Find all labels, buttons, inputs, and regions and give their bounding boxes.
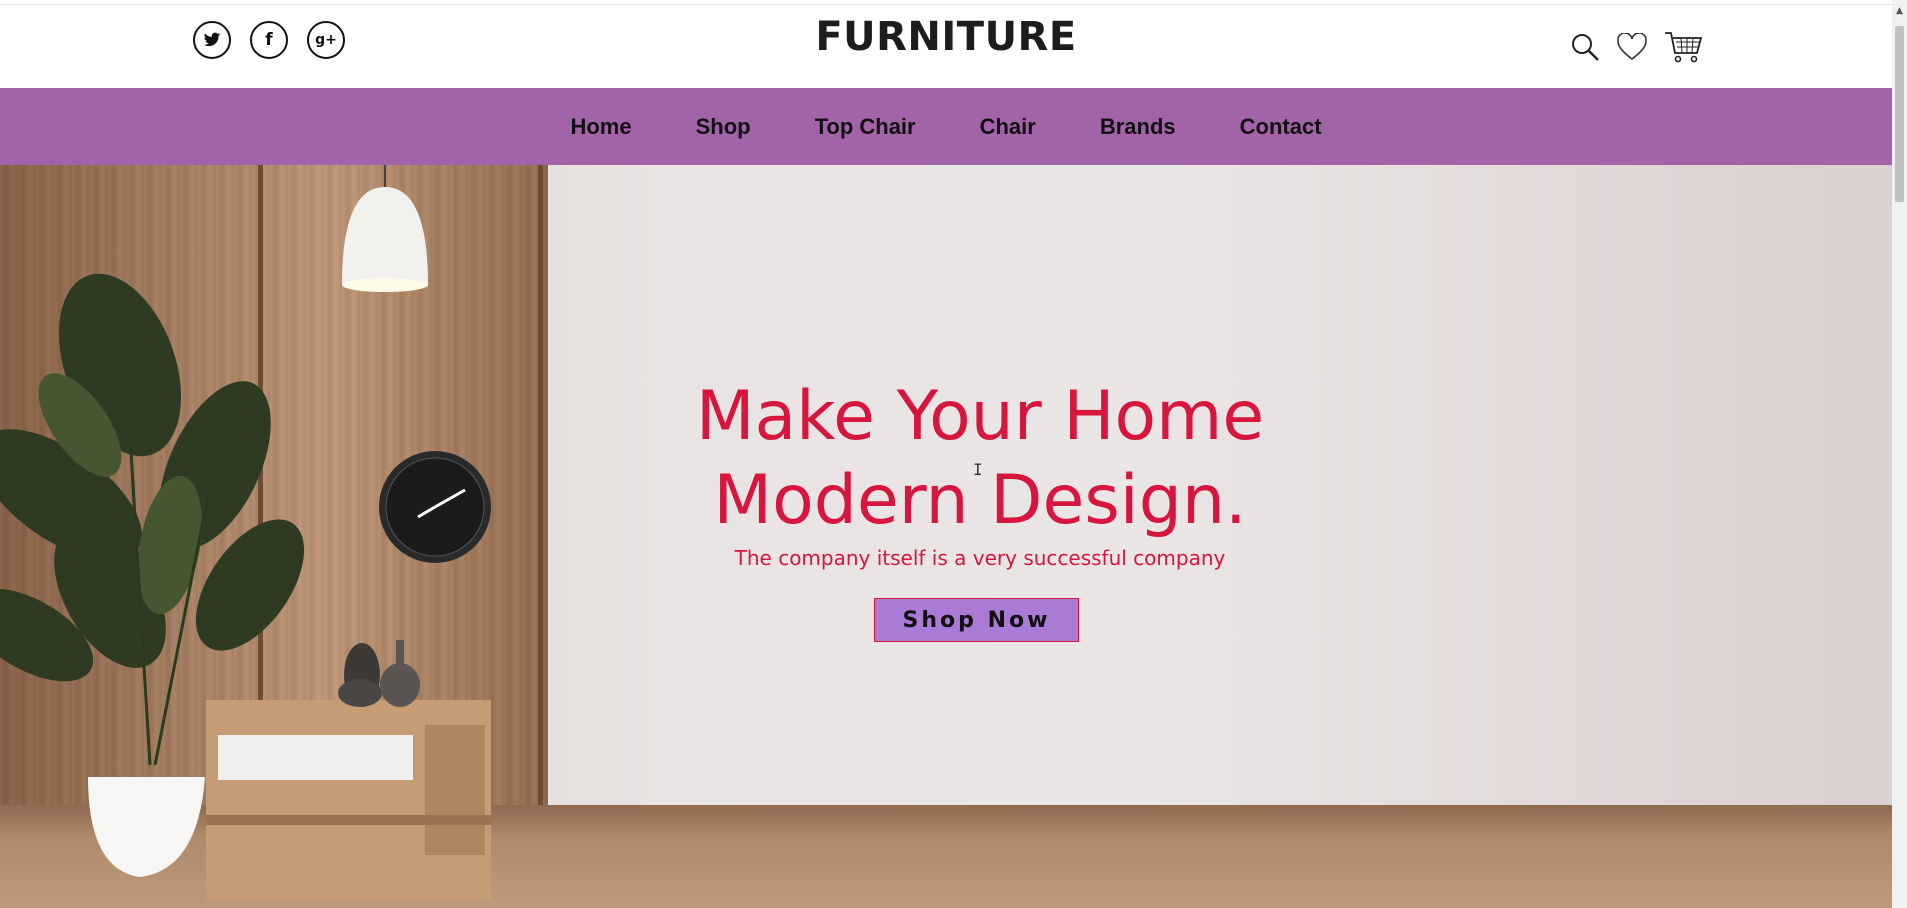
cart-icon[interactable] — [1664, 30, 1704, 64]
header-actions — [1570, 30, 1704, 64]
nav-home[interactable]: Home — [538, 114, 663, 140]
hero-headline-line1: Make Your Home — [695, 377, 1265, 456]
top-divider — [0, 4, 1892, 5]
hero-headline: Make Your Home Modern Design. — [0, 375, 1892, 543]
shop-now-button[interactable]: Shop Now — [874, 598, 1079, 642]
nav-contact[interactable]: Contact — [1208, 114, 1354, 140]
page-scrollbar[interactable]: ▲ — [1892, 0, 1907, 908]
nav-chair[interactable]: Chair — [948, 114, 1068, 140]
page: f g+ FURNITURE Home Shop Top Chair Chair… — [0, 0, 1892, 908]
heart-icon[interactable] — [1616, 33, 1648, 61]
nav-top-chair[interactable]: Top Chair — [783, 114, 948, 140]
main-nav: Home Shop Top Chair Chair Brands Contact — [0, 88, 1892, 165]
hero-banner: Make Your Home Modern Design. The compan… — [0, 165, 1892, 908]
nav-shop[interactable]: Shop — [664, 114, 783, 140]
search-icon[interactable] — [1570, 32, 1600, 62]
text-cursor-icon: I — [973, 460, 983, 479]
scroll-up-arrow-icon[interactable]: ▲ — [1892, 6, 1907, 20]
nav-brands[interactable]: Brands — [1068, 114, 1208, 140]
hero-subtitle: The company itself is a very successful … — [734, 546, 1226, 570]
scroll-thumb[interactable] — [1895, 26, 1904, 202]
